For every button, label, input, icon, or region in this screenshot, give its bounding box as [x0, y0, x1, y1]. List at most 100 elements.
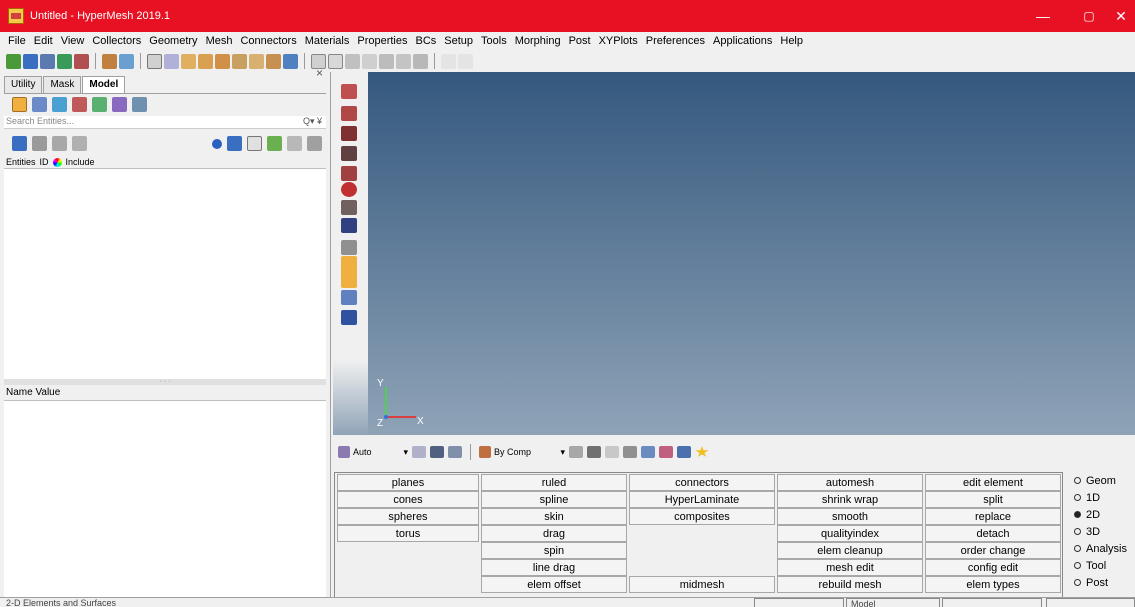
view-iso-icon[interactable]	[181, 53, 196, 69]
measure-icon[interactable]	[341, 240, 357, 255]
menu-morphing[interactable]: Morphing	[511, 35, 565, 47]
filter-icon[interactable]	[287, 136, 302, 151]
menu-file[interactable]: File	[4, 35, 30, 47]
menu-help[interactable]: Help	[776, 35, 807, 47]
panel-detach[interactable]: detach	[925, 525, 1061, 542]
panel-shrink-wrap[interactable]: shrink wrap	[777, 491, 923, 508]
panel-line-drag[interactable]: line drag	[481, 559, 627, 576]
solid-display-icon[interactable]	[641, 446, 655, 458]
model-tools-icon[interactable]	[119, 53, 134, 69]
config-icon[interactable]	[307, 136, 322, 151]
entity-search-input[interactable]: Search Entities... Q▾ ¥	[4, 116, 326, 129]
panel-edit-element[interactable]: edit element	[925, 474, 1061, 491]
geometry-shaded-icon[interactable]	[569, 446, 583, 458]
panel-replace[interactable]: replace	[925, 508, 1061, 525]
spin-icon[interactable]	[396, 53, 411, 69]
free-edges-icon[interactable]	[341, 182, 357, 197]
save-icon[interactable]	[40, 53, 55, 69]
line-display-icon[interactable]	[605, 446, 619, 458]
menu-preferences[interactable]: Preferences	[642, 35, 709, 47]
radio-tool[interactable]: Tool	[1066, 557, 1135, 574]
color-dot-icon[interactable]	[212, 138, 222, 149]
menu-collectors[interactable]: Collectors	[88, 35, 145, 47]
assembly-view-icon[interactable]	[52, 97, 67, 112]
menu-properties[interactable]: Properties	[353, 35, 411, 47]
select-arrow-icon[interactable]	[247, 136, 262, 151]
panel-rebuild-mesh[interactable]: rebuild mesh	[777, 576, 923, 593]
screen-icon[interactable]	[677, 446, 691, 458]
panel-ruled[interactable]: ruled	[481, 474, 627, 491]
model-view-icon[interactable]	[12, 97, 27, 112]
menu-materials[interactable]: Materials	[301, 35, 354, 47]
col-include[interactable]: Include	[66, 157, 95, 167]
view-top-icon[interactable]	[198, 53, 213, 69]
elements-icon[interactable]	[341, 106, 357, 121]
entity-labels-icon[interactable]	[341, 290, 357, 305]
include-view-icon[interactable]	[72, 97, 87, 112]
tab-model[interactable]: Model	[82, 76, 126, 94]
panel-torus[interactable]: torus	[337, 525, 479, 542]
shading-icon[interactable]	[430, 446, 444, 458]
node-numbers-icon[interactable]	[341, 218, 357, 233]
name-value-table[interactable]	[4, 401, 326, 597]
panel-splitter[interactable]: · · ·	[4, 378, 326, 385]
show-icon[interactable]	[52, 136, 67, 151]
panel-elem-types[interactable]: elem types	[925, 576, 1061, 593]
import-icon[interactable]	[23, 53, 38, 69]
transparency-icon[interactable]	[412, 446, 426, 458]
minimize-button[interactable]: —	[1020, 0, 1066, 32]
menu-connectors[interactable]: Connectors	[236, 35, 300, 47]
menu-geometry[interactable]: Geometry	[145, 35, 201, 47]
create-entity-icon[interactable]	[12, 136, 27, 151]
close-panel-icon[interactable]: ×	[316, 66, 323, 80]
panel-split[interactable]: split	[925, 491, 1061, 508]
radio-analysis[interactable]: Analysis	[1066, 540, 1135, 557]
menu-post[interactable]: Post	[565, 35, 595, 47]
geometry-wire-icon[interactable]	[587, 446, 601, 458]
component-view-icon[interactable]	[32, 97, 47, 112]
star-icon[interactable]	[695, 446, 709, 457]
feature-edges-icon[interactable]	[341, 200, 357, 215]
panel-cones[interactable]: cones	[337, 491, 479, 508]
panel-smooth[interactable]: smooth	[777, 508, 923, 525]
panel-connectors[interactable]: connectors	[629, 474, 775, 491]
hide-icon[interactable]	[72, 136, 87, 151]
rotate-icon[interactable]	[413, 53, 428, 69]
export-icon[interactable]	[74, 53, 89, 69]
panel-spin[interactable]: spin	[481, 542, 627, 559]
radio-geom[interactable]: Geom	[1066, 472, 1135, 489]
panel-composites[interactable]: composites	[629, 508, 775, 525]
view-left-icon[interactable]	[232, 53, 247, 69]
radio-2d[interactable]: 2D	[1066, 506, 1135, 523]
plane-icon[interactable]	[341, 310, 357, 325]
pan-hand-icon[interactable]	[362, 53, 377, 69]
entity-list[interactable]	[4, 169, 326, 379]
solver-view-icon[interactable]	[132, 97, 147, 112]
menu-bcs[interactable]: BCs	[412, 35, 441, 47]
mesh-lines-icon[interactable]	[448, 446, 462, 458]
translate-icon[interactable]	[379, 53, 394, 69]
close-button[interactable]: ✕	[1098, 0, 1135, 32]
menu-tools[interactable]: Tools	[477, 35, 511, 47]
view-bottom-icon[interactable]	[215, 53, 230, 69]
panel-elem-cleanup[interactable]: elem cleanup	[777, 542, 923, 559]
isolate-icon[interactable]	[32, 136, 47, 151]
menu-edit[interactable]: Edit	[30, 35, 57, 47]
search-icon[interactable]: Q▾ ¥	[303, 116, 322, 127]
view-front-icon[interactable]	[266, 53, 281, 69]
tab-utility[interactable]: Utility	[4, 76, 43, 94]
import-geometry-icon[interactable]	[57, 53, 72, 69]
export-entity-icon[interactable]	[267, 136, 282, 151]
menu-mesh[interactable]: Mesh	[202, 35, 237, 47]
panel-mesh-edit[interactable]: mesh edit	[777, 559, 923, 576]
col-id[interactable]: ID	[40, 157, 49, 167]
panel-automesh[interactable]: automesh	[777, 474, 923, 491]
panel-spline[interactable]: spline	[481, 491, 627, 508]
rotate-left-icon[interactable]	[164, 53, 179, 69]
panel-config-edit[interactable]: config edit	[925, 559, 1061, 576]
panel-hyperlaminate[interactable]: HyperLaminate	[629, 491, 775, 508]
radio-post[interactable]: Post	[1066, 574, 1135, 591]
panel-order-change[interactable]: order change	[925, 542, 1061, 559]
display-mode-dropdown[interactable]: Auto ▾	[338, 444, 408, 461]
menu-setup[interactable]: Setup	[440, 35, 477, 47]
